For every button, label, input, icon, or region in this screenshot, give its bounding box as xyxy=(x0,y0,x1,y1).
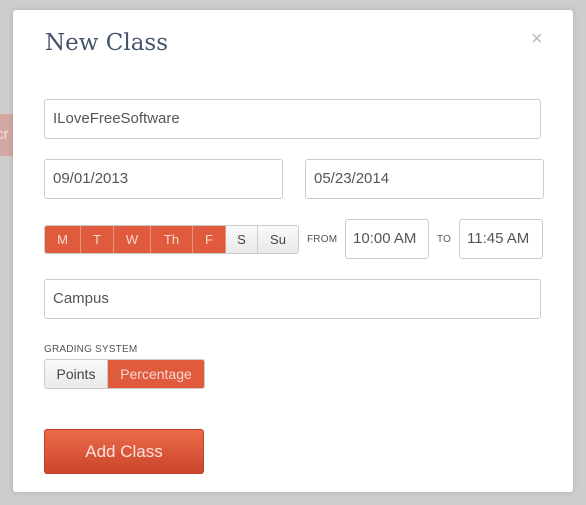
location-input[interactable]: Campus xyxy=(44,279,541,319)
from-time-input[interactable]: 10:00 AM xyxy=(345,219,429,259)
grading-system-label: GRADING SYSTEM xyxy=(44,344,138,355)
from-label: FROM xyxy=(307,234,338,245)
to-time-input[interactable]: 11:45 AM xyxy=(459,219,543,259)
day-monday[interactable]: M xyxy=(45,226,81,253)
grading-system-toggle: Points Percentage xyxy=(44,359,205,389)
background-button: cr xyxy=(0,114,14,156)
day-wednesday[interactable]: W xyxy=(114,226,151,253)
start-date-input[interactable]: 09/01/2013 xyxy=(44,159,283,199)
day-tuesday[interactable]: T xyxy=(81,226,114,253)
new-class-modal: New Class × ILoveFreeSoftware 09/01/2013… xyxy=(13,10,573,492)
end-date-input[interactable]: 05/23/2014 xyxy=(305,159,544,199)
close-icon[interactable]: × xyxy=(531,28,543,51)
day-saturday[interactable]: S xyxy=(226,226,258,253)
grading-points-button[interactable]: Points xyxy=(45,360,108,388)
day-friday[interactable]: F xyxy=(193,226,226,253)
add-class-button[interactable]: Add Class xyxy=(44,429,204,474)
day-thursday[interactable]: Th xyxy=(151,226,193,253)
modal-title: New Class xyxy=(45,30,169,56)
days-selector: M T W Th F S Su xyxy=(44,225,299,254)
to-label: TO xyxy=(437,234,452,245)
day-sunday[interactable]: Su xyxy=(258,226,298,253)
class-name-input[interactable]: ILoveFreeSoftware xyxy=(44,99,541,139)
grading-percentage-button[interactable]: Percentage xyxy=(108,360,204,388)
